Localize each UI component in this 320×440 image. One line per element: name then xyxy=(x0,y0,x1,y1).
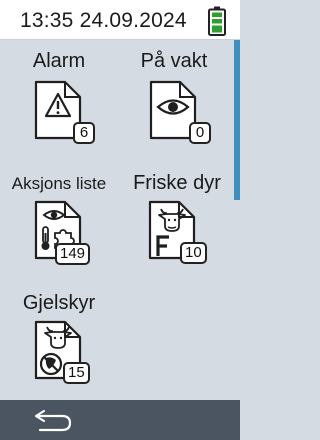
tile-gjelskyr[interactable]: Gjelskyr 15 xyxy=(5,292,113,392)
date-text: 24.09.2024 xyxy=(79,9,187,32)
tile-alarm[interactable]: Alarm 6 xyxy=(5,50,113,150)
status-bar: 13:35 24.09.2024 xyxy=(0,0,240,40)
count-badge: 149 xyxy=(55,243,91,265)
tile-label: På vakt xyxy=(140,50,208,72)
battery-full-icon xyxy=(208,6,226,36)
tile-label: Friske dyr xyxy=(133,172,221,194)
datetime: 13:35 24.09.2024 xyxy=(20,9,187,33)
back-arrow-icon[interactable] xyxy=(32,406,76,434)
scrollbar-thumb[interactable] xyxy=(234,40,240,200)
count-badge: 6 xyxy=(73,122,95,144)
tile-label: Gjelskyr xyxy=(22,292,96,314)
tile-aksjons-liste[interactable]: Aksjons liste 149 xyxy=(2,172,116,272)
tile-label: Aksjons liste xyxy=(11,174,107,193)
count-badge: 10 xyxy=(180,242,207,264)
count-badge: 0 xyxy=(189,122,211,144)
tile-label: Alarm xyxy=(32,50,86,72)
tile-friske-dyr[interactable]: Friske dyr 10 xyxy=(122,172,232,272)
tile-paa-vakt[interactable]: På vakt 0 xyxy=(120,50,228,150)
time-text: 13:35 xyxy=(20,9,74,32)
count-badge: 15 xyxy=(63,362,90,384)
